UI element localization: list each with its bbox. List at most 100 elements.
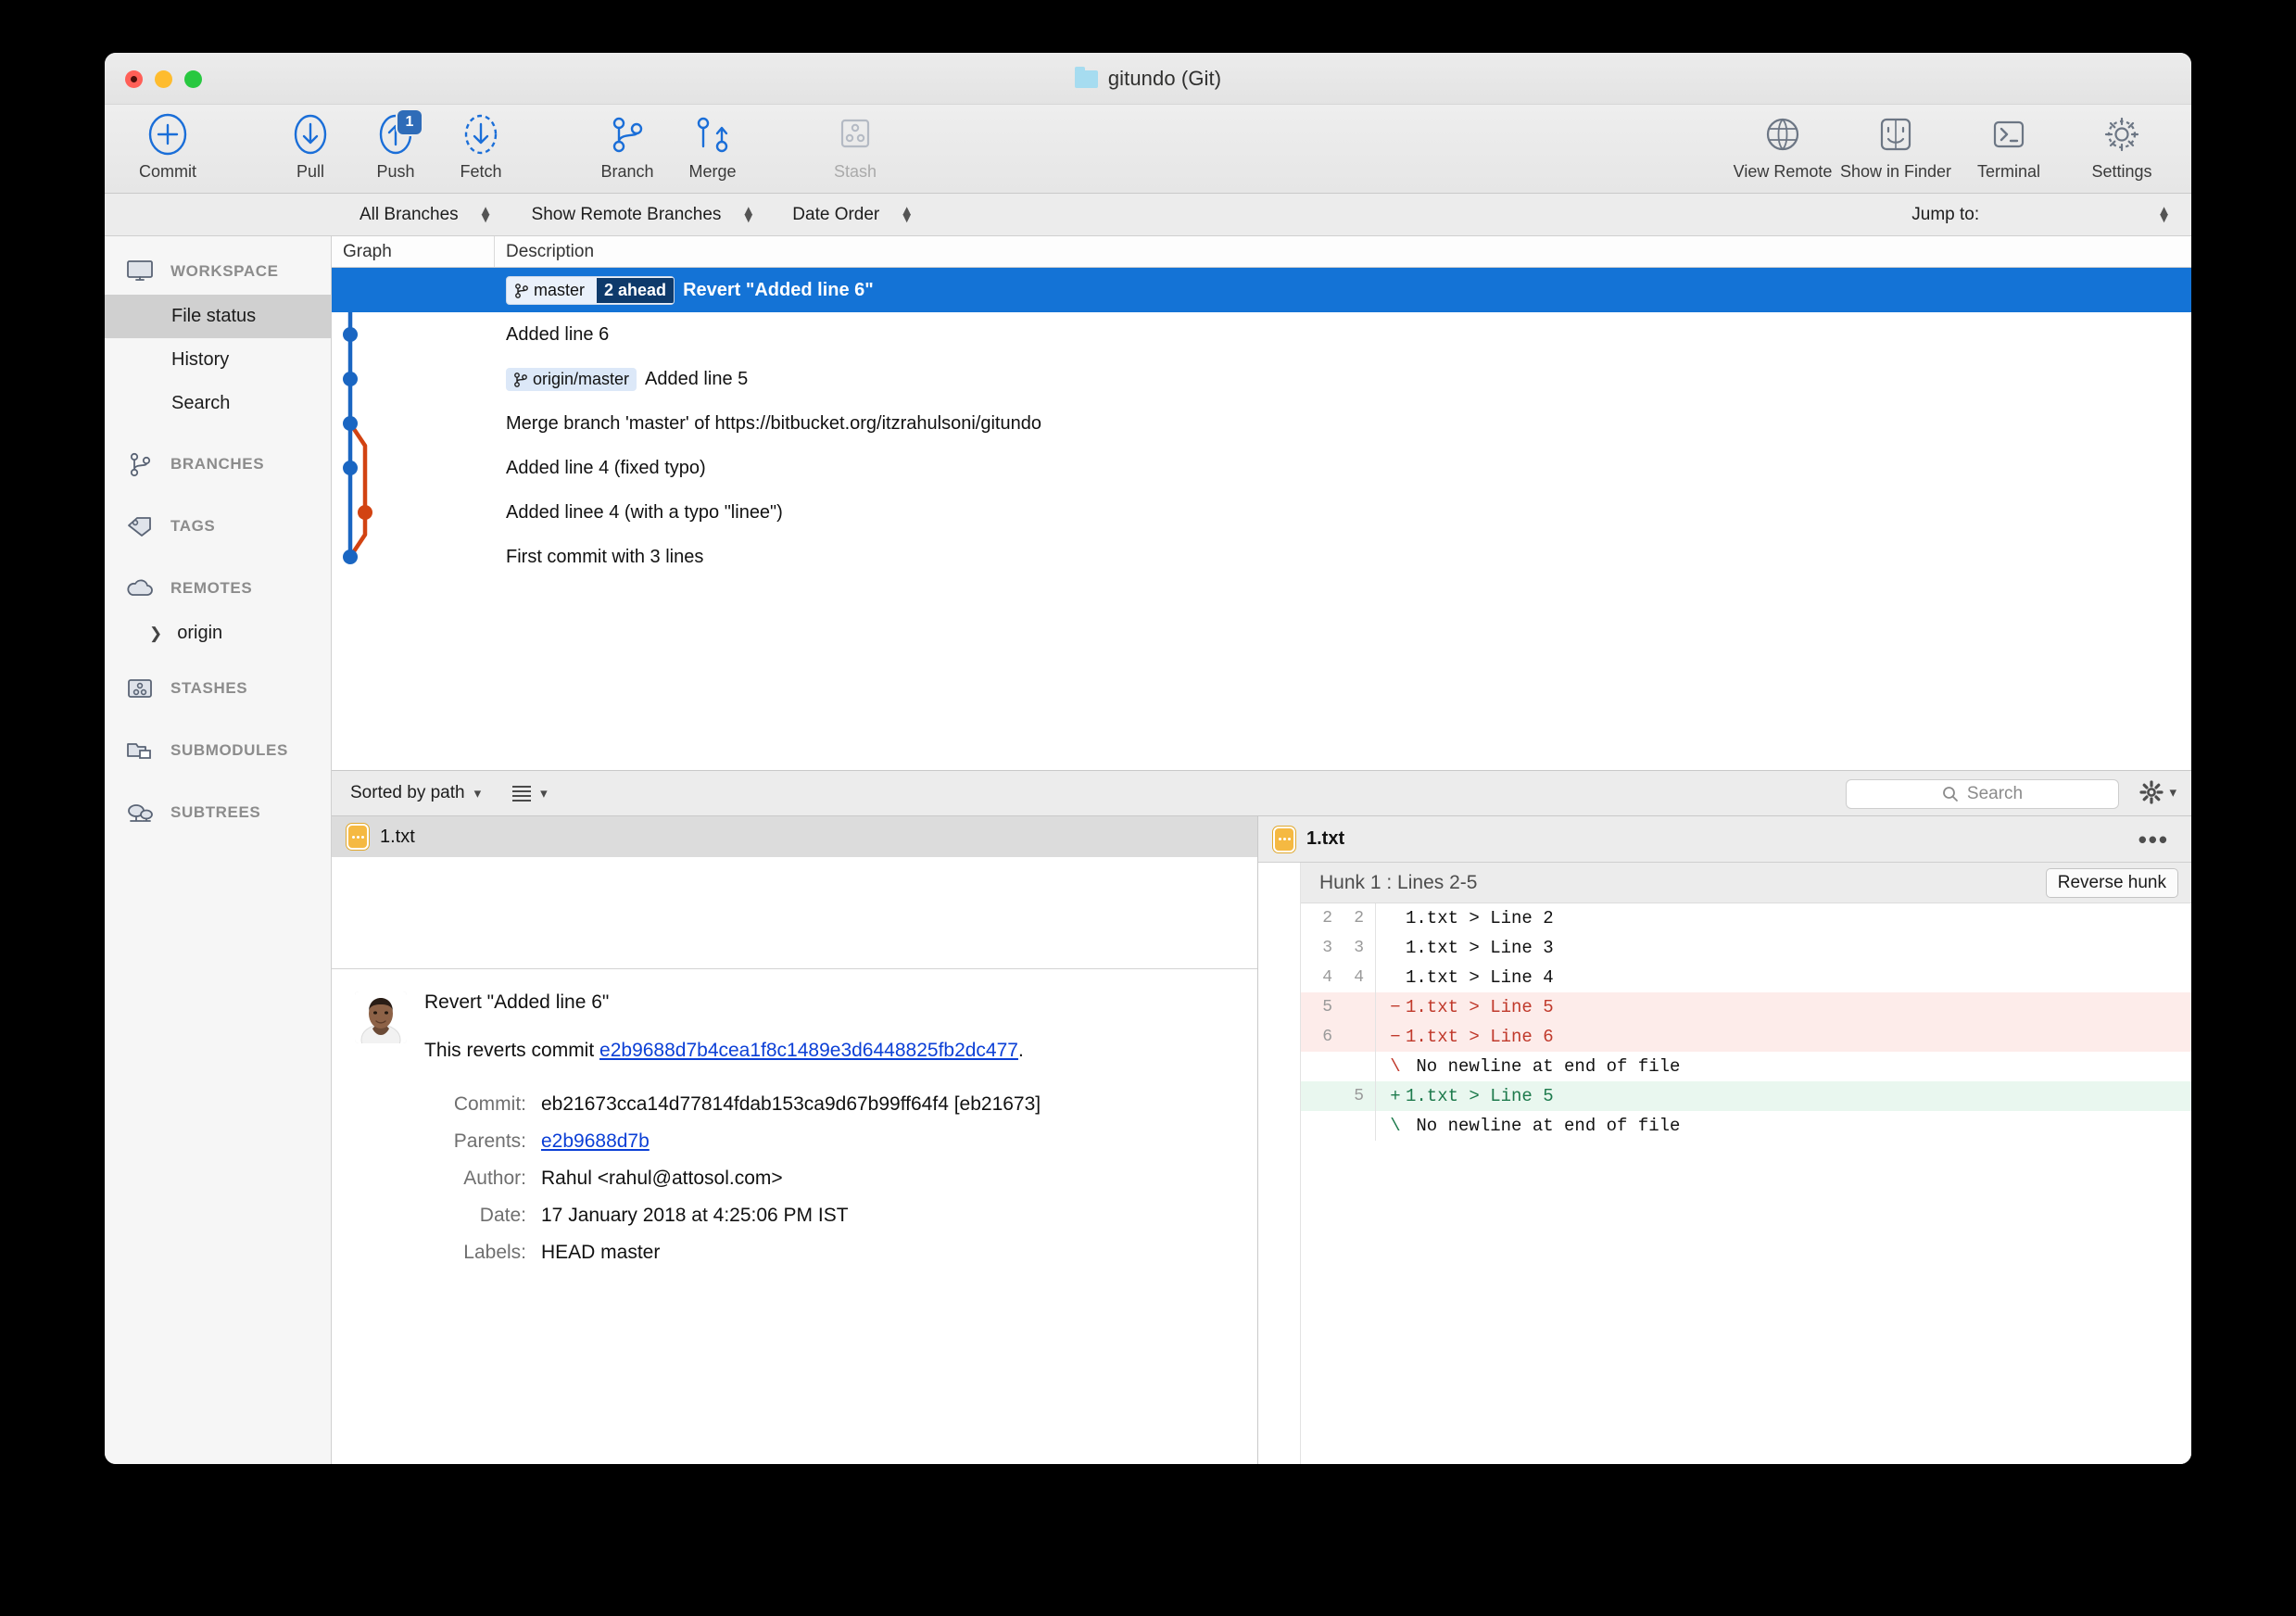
commit-message: Merge branch 'master' of https://bitbuck… — [506, 412, 1041, 434]
diff-line: 4 4 1.txt > Line 4 — [1301, 963, 2191, 992]
main-toolbar: Commit Pull 1 Push Fetch Branch Merge St… — [105, 105, 2191, 194]
field-value-labels: HEAD master — [541, 1242, 661, 1263]
sidebar-section-branches[interactable]: BRANCHES — [105, 440, 331, 487]
sidebar-section-submodules[interactable]: SUBMODULES — [105, 726, 331, 774]
diff-line: 5 + 1.txt > Line 5 — [1301, 1081, 2191, 1111]
tag-icon — [125, 512, 155, 540]
commit-button[interactable]: Commit — [125, 105, 210, 194]
commit-row[interactable]: Added line 6 — [332, 312, 2191, 357]
file-and-detail-pane: 1.txt Revert "Added line 6" This reverts… — [332, 816, 1258, 1464]
commit-table-header: Graph Description — [332, 236, 2191, 268]
ref-badge-origin-master[interactable]: origin/master — [506, 367, 637, 391]
sidebar-section-tags[interactable]: TAGS — [105, 502, 331, 549]
remote-filter-dropdown[interactable]: Show Remote Branches ▲ ▼ — [532, 204, 756, 225]
file-list-item[interactable]: 1.txt — [332, 816, 1257, 857]
show-in-finder-button[interactable]: Show in Finder — [1839, 105, 1952, 194]
file-options-gear-button[interactable]: ▾ — [2139, 780, 2176, 804]
settings-button[interactable]: Settings — [2065, 105, 2178, 194]
commit-graph-cell — [332, 446, 495, 490]
diff-line: 5 − 1.txt > Line 5 — [1301, 992, 2191, 1022]
sort-dropdown[interactable]: Sorted by path ▾ — [350, 783, 481, 803]
stash-button-label: Stash — [833, 162, 877, 181]
diff-text: 1.txt > Line 2 — [1406, 908, 1554, 928]
terminal-button[interactable]: Terminal — [1952, 105, 2065, 194]
diff-left-gutter — [1258, 863, 1301, 1464]
sidebar-item-file-status[interactable]: File status — [105, 295, 331, 338]
commit-row[interactable]: Merge branch 'master' of https://bitbuck… — [332, 401, 2191, 446]
chevron-right-icon[interactable]: ❯ — [149, 625, 162, 643]
sidebar-item-history[interactable]: History — [105, 338, 331, 382]
sidebar-item-search[interactable]: Search — [105, 382, 331, 425]
stash-button[interactable]: Stash — [813, 105, 898, 194]
branch-glyph-icon — [515, 283, 528, 298]
finder-icon — [1876, 110, 1915, 158]
field-key-commit: Commit: — [453, 1093, 526, 1115]
ref-name: master — [534, 280, 586, 299]
sidebar-item-label: origin — [177, 623, 223, 643]
diff-text: 1.txt > Line 5 — [1406, 997, 1554, 1017]
toolbar-left-group: Commit Pull 1 Push Fetch Branch Merge St… — [125, 105, 898, 194]
commit-row[interactable]: Added line 4 (fixed typo) — [332, 446, 2191, 490]
sidebar-section-subtrees[interactable]: SUBTREES — [105, 789, 331, 836]
filter-bar: All Branches ▲ ▼ Show Remote Branches ▲ ▼ … — [105, 194, 2191, 236]
commit-description-cell: master 2 ahead Revert "Added line 6" — [495, 275, 2191, 305]
sidebar-section-remotes[interactable]: REMOTES — [105, 564, 331, 612]
fetch-dashed-arrow-icon — [462, 110, 499, 158]
diff-sign: \ — [1390, 1116, 1401, 1136]
column-header-graph[interactable]: Graph — [332, 236, 495, 267]
jump-to-label: Jump to: — [1911, 204, 1980, 224]
reverted-sha-link[interactable]: e2b9688d7b4cea1f8c1489e3d6448825fb2dc477 — [599, 1040, 1018, 1061]
commit-detail-fields: Commit: eb21673cca14d77814fdab153ca9d67b… — [424, 1093, 1257, 1264]
field-value-author: Rahul <rahul@attosol.com> — [541, 1168, 783, 1189]
view-remote-button[interactable]: View Remote — [1726, 105, 1839, 194]
sidebar-section-label: SUBTREES — [170, 802, 261, 821]
toolbar-right-group: View Remote Show in Finder Terminal Sett… — [1726, 105, 2178, 194]
commit-graph-cell — [332, 268, 495, 312]
sidebar-item-origin[interactable]: ❯ origin — [105, 612, 331, 655]
lower-section: Sorted by path ▾ ▾ Search ▾ 1.txt Revert… — [332, 770, 2191, 1464]
window-title: gitundo (Git) — [105, 53, 2191, 105]
sidebar-section-workspace[interactable]: WORKSPACE — [105, 247, 331, 295]
merge-button[interactable]: Merge — [670, 105, 755, 194]
fetch-button[interactable]: Fetch — [438, 105, 524, 194]
diff-file-name: 1.txt — [1306, 828, 1345, 849]
sidebar-section-label: WORKSPACE — [170, 261, 279, 280]
branch-button[interactable]: Branch — [585, 105, 670, 194]
reverse-hunk-button[interactable]: Reverse hunk — [2045, 867, 2178, 898]
pull-button[interactable]: Pull — [268, 105, 353, 194]
jump-to-dropdown[interactable]: Jump to: ▲ ▼ — [1911, 204, 2171, 225]
commit-row[interactable]: origin/master Added line 5 — [332, 357, 2191, 401]
diff-body: Hunk 1 : Lines 2-5 Reverse hunk 2 2 1.tx… — [1258, 863, 2191, 1464]
commit-message: Revert "Added line 6" — [683, 279, 874, 300]
commit-row[interactable]: First commit with 3 lines — [332, 535, 2191, 579]
subtree-icon — [125, 799, 155, 827]
list-view-dropdown[interactable]: ▾ — [512, 785, 548, 802]
commit-message: Added line 6 — [506, 323, 610, 345]
branch-filter-dropdown[interactable]: All Branches ▲ ▼ — [360, 204, 493, 225]
commit-row[interactable]: Added linee 4 (with a typo "linee") — [332, 490, 2191, 535]
sidebar-section-stashes[interactable]: STASHES — [105, 664, 331, 712]
branch-glyph-icon — [514, 372, 527, 387]
push-button[interactable]: 1 Push — [353, 105, 438, 194]
commit-message: First commit with 3 lines — [506, 546, 704, 567]
merge-button-label: Merge — [688, 162, 737, 181]
old-line-number: 5 — [1322, 998, 1332, 1016]
chevron-down-icon: ▾ — [2169, 785, 2176, 801]
submodule-icon — [125, 737, 155, 764]
hunk-title: Hunk 1 : Lines 2-5 — [1319, 871, 1478, 893]
diff-text: No newline at end of file — [1406, 1116, 1681, 1136]
column-header-description[interactable]: Description — [495, 236, 2191, 267]
globe-icon — [1762, 110, 1803, 158]
file-list-toolbar-left: Sorted by path ▾ ▾ — [332, 783, 548, 803]
ellipsis-icon[interactable]: ••• — [2138, 827, 2169, 852]
lower-panes: 1.txt Revert "Added line 6" This reverts… — [332, 816, 2191, 1464]
push-up-arrow-icon: 1 — [377, 110, 422, 158]
sidebar-section-label: BRANCHES — [170, 454, 265, 473]
commit-row[interactable]: master 2 ahead Revert "Added line 6" — [332, 268, 2191, 312]
order-filter-dropdown[interactable]: Date Order ▲ ▼ — [792, 204, 914, 225]
search-input[interactable]: Search — [1846, 779, 2119, 809]
parent-sha-link[interactable]: e2b9688d7b — [541, 1130, 650, 1152]
ref-badge-master[interactable]: master 2 ahead — [506, 275, 675, 305]
diff-text: 1.txt > Line 6 — [1406, 1027, 1554, 1047]
commit-description-cell: First commit with 3 lines — [495, 547, 2191, 568]
